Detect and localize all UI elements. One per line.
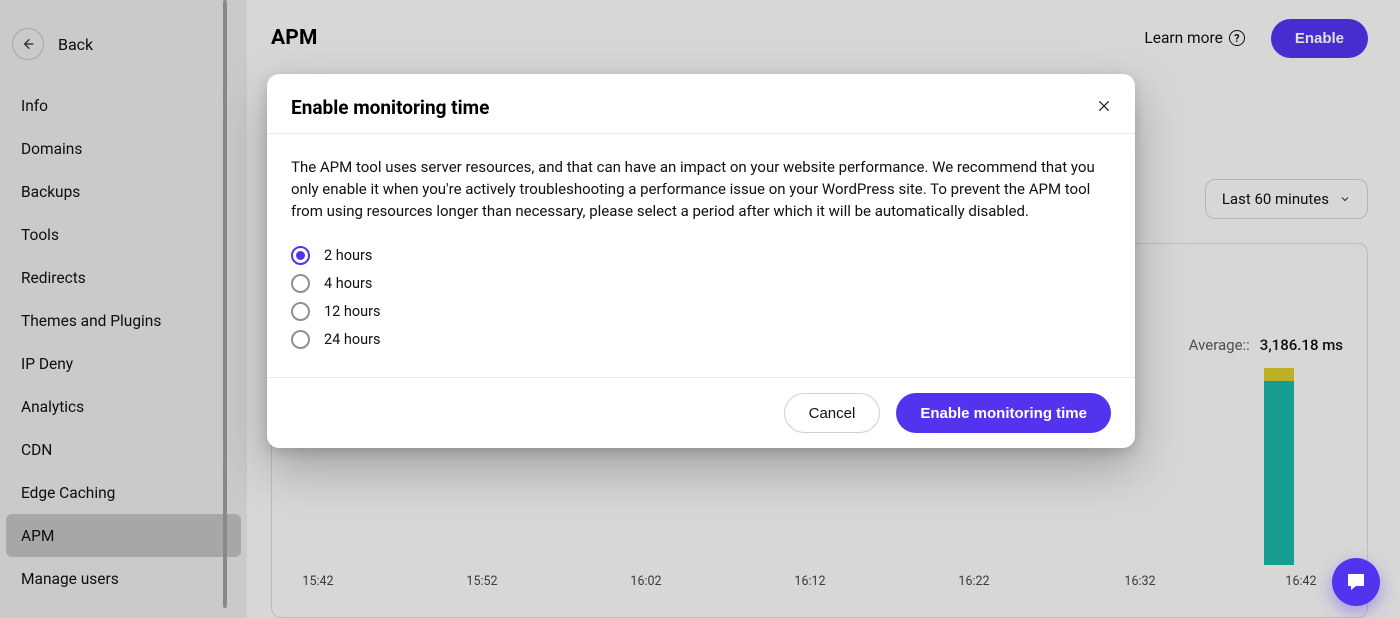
chat-launcher[interactable]: [1332, 558, 1380, 606]
radio-2-hours[interactable]: 2 hours: [291, 246, 1111, 265]
radio-icon: [291, 246, 310, 265]
modal-description: The APM tool uses server resources, and …: [291, 156, 1111, 222]
close-icon: [1097, 99, 1111, 113]
radio-label: 12 hours: [324, 303, 381, 320]
modal-title: Enable monitoring time: [291, 96, 489, 119]
radio-24-hours[interactable]: 24 hours: [291, 330, 1111, 349]
radio-4-hours[interactable]: 4 hours: [291, 274, 1111, 293]
cancel-button-label: Cancel: [809, 405, 856, 422]
modal-header: Enable monitoring time: [267, 74, 1135, 133]
app-root: Back Info Domains Backups Tools Redirect…: [0, 0, 1400, 618]
radio-icon: [291, 302, 310, 321]
enable-monitoring-modal: Enable monitoring time The APM tool uses…: [267, 74, 1135, 448]
radio-icon: [291, 274, 310, 293]
radio-icon: [291, 330, 310, 349]
duration-radio-group: 2 hours 4 hours 12 hours 24 hours: [291, 246, 1111, 349]
confirm-button-label: Enable monitoring time: [920, 405, 1087, 422]
radio-12-hours[interactable]: 12 hours: [291, 302, 1111, 321]
close-button[interactable]: [1097, 99, 1111, 116]
radio-label: 2 hours: [324, 247, 372, 264]
confirm-button[interactable]: Enable monitoring time: [896, 393, 1111, 433]
chat-icon: [1344, 570, 1368, 594]
modal-footer: Cancel Enable monitoring time: [267, 377, 1135, 448]
modal-body: The APM tool uses server resources, and …: [267, 134, 1135, 377]
radio-label: 4 hours: [324, 275, 372, 292]
radio-label: 24 hours: [324, 331, 381, 348]
cancel-button[interactable]: Cancel: [784, 393, 881, 433]
